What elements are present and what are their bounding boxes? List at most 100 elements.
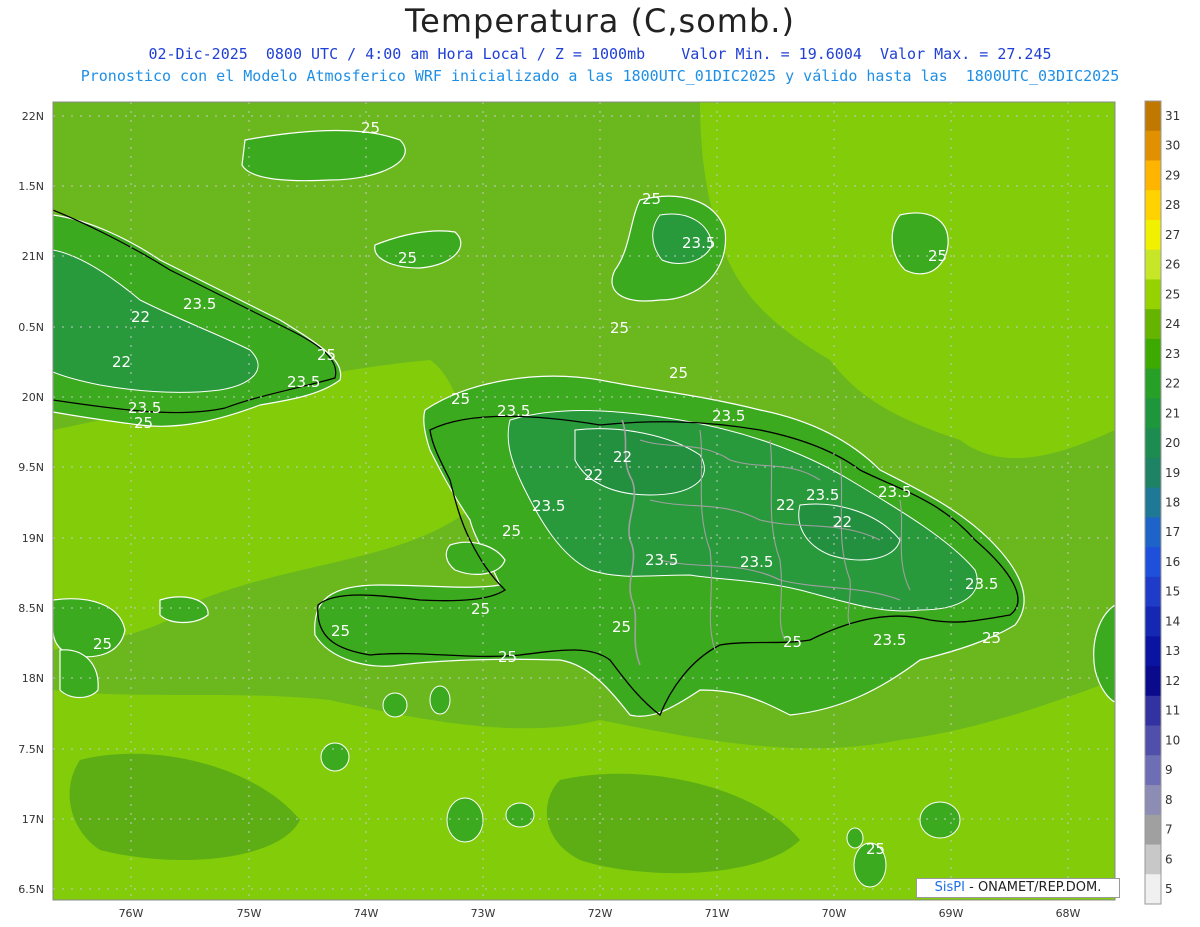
contour-label: 25: [398, 249, 417, 267]
contour-label: 25: [451, 390, 470, 408]
lat-label: 21N: [22, 250, 44, 263]
colorbar-swatch: [1145, 785, 1161, 816]
colorbar-label: 21: [1165, 406, 1180, 420]
colorbar-swatch: [1145, 309, 1161, 340]
lat-label: 8.5N: [18, 602, 44, 615]
contour-label: 22: [613, 448, 632, 466]
colorbar-swatch: [1145, 487, 1161, 518]
colorbar-swatch: [1145, 101, 1161, 132]
colorbar-label: 31: [1165, 109, 1180, 123]
contour-label: 25: [498, 648, 517, 666]
colorbar-label: 13: [1165, 644, 1180, 658]
credit-text: - ONAMET/REP.DOM.: [964, 880, 1102, 895]
colorbar-swatch: [1145, 666, 1161, 697]
contour-label: 22: [131, 308, 150, 326]
colorbar-label: 28: [1165, 198, 1180, 212]
contour-label: 23.5: [532, 497, 565, 515]
colorbar-swatch: [1145, 517, 1161, 548]
contour-label: 22: [112, 353, 131, 371]
contour-label: 23.5: [682, 234, 715, 252]
contour-label: 23.5: [806, 486, 839, 504]
colorbar-label: 5: [1165, 882, 1173, 896]
lat-label: 6.5N: [18, 883, 44, 896]
lat-label: 0.5N: [18, 321, 44, 334]
colorbar-label: 18: [1165, 496, 1180, 510]
colorbar-swatch: [1145, 130, 1161, 161]
colorbar-swatch: [1145, 398, 1161, 429]
colorbar-label: 20: [1165, 436, 1180, 450]
contour-label: 23.5: [873, 631, 906, 649]
contour-label: 25: [642, 190, 661, 208]
lat-label: 7.5N: [18, 743, 44, 756]
lat-label: 9.5N: [18, 461, 44, 474]
contour-label: 23.5: [645, 551, 678, 569]
contour-label: 23.5: [497, 402, 530, 420]
colorbar-label: 24: [1165, 317, 1180, 331]
contour-label: 23.5: [287, 373, 320, 391]
colorbar-swatch: [1145, 636, 1161, 667]
colorbar-swatch: [1145, 428, 1161, 459]
colorbar-swatch: [1145, 338, 1161, 370]
lat-label: 18N: [22, 672, 44, 685]
colorbar-label: 23: [1165, 347, 1180, 361]
colorbar-label: 10: [1165, 733, 1180, 747]
colorbar-label: 30: [1165, 139, 1180, 153]
colorbar-label: 29: [1165, 168, 1180, 182]
contour-label: 25: [331, 622, 350, 640]
contour-label: 25: [471, 600, 490, 618]
contour-label: 25: [982, 629, 1001, 647]
colorbar-swatch: [1145, 160, 1161, 191]
lat-label: 19N: [22, 532, 44, 545]
colorbar-swatch: [1145, 606, 1161, 637]
lon-label: 73W: [471, 907, 496, 920]
colorbar-label: 6: [1165, 852, 1173, 866]
contour-label: 25: [610, 319, 629, 337]
colorbar-swatch: [1145, 249, 1161, 280]
colorbar-swatch: [1145, 190, 1161, 221]
colorbar-label: 12: [1165, 674, 1180, 688]
colorbar-swatch: [1145, 725, 1161, 756]
colorbar-label: 17: [1165, 525, 1180, 539]
colorbar-swatch: [1145, 219, 1161, 251]
colorbar-label: 15: [1165, 585, 1180, 599]
lon-label: 70W: [822, 907, 847, 920]
contour-label: 23.5: [965, 575, 998, 593]
longitude-axis: 76W 75W 74W 73W 72W 71W 70W 69W 68W: [119, 907, 1081, 920]
latitude-axis: 22N 1.5N 21N 0.5N 20N 9.5N 19N 8.5N 18N …: [18, 110, 44, 896]
lat-label: 1.5N: [18, 180, 44, 193]
contour-label: 25: [669, 364, 688, 382]
colorbar-swatch: [1145, 457, 1161, 489]
colorbar-label: 9: [1165, 763, 1173, 777]
colorbar-label: 25: [1165, 287, 1180, 301]
lat-label: 22N: [22, 110, 44, 123]
lon-label: 75W: [237, 907, 262, 920]
lat-label: 20N: [22, 391, 44, 404]
contour-label: 22: [833, 513, 852, 531]
colorbar-swatch: [1145, 576, 1161, 608]
colorbar: 31 30 29 28 27 26 25 24 23 22 21 20 19 18 17 16 15 14 13 12…: [1144, 100, 1180, 905]
lon-label: 74W: [354, 907, 379, 920]
colorbar-label: 26: [1165, 258, 1180, 272]
colorbar-label: 19: [1165, 466, 1180, 480]
lat-label: 17N: [22, 813, 44, 826]
contour-label: 22: [776, 496, 795, 514]
colorbar-swatch: [1145, 874, 1161, 905]
contour-label: 23.5: [183, 295, 216, 313]
colorbar-label: 14: [1165, 614, 1180, 628]
lon-label: 72W: [588, 907, 613, 920]
credit-box: SisPI - ONAMET/REP.DOM.: [916, 878, 1120, 898]
colorbar-label: 7: [1165, 823, 1173, 837]
colorbar-swatch: [1145, 547, 1161, 578]
contour-label: 25: [502, 522, 521, 540]
colorbar-swatch: [1145, 755, 1161, 786]
contour-label: 25: [93, 635, 112, 653]
contour-label: 25: [612, 618, 631, 636]
lon-label: 71W: [705, 907, 730, 920]
colorbar-label: 27: [1165, 228, 1180, 242]
lon-label: 76W: [119, 907, 144, 920]
contour-label: 23.5: [740, 553, 773, 571]
contour-label: 25: [361, 119, 380, 137]
contour-label: 23.5: [878, 483, 911, 501]
lon-label: 68W: [1056, 907, 1081, 920]
contour-label: 25: [866, 840, 885, 858]
